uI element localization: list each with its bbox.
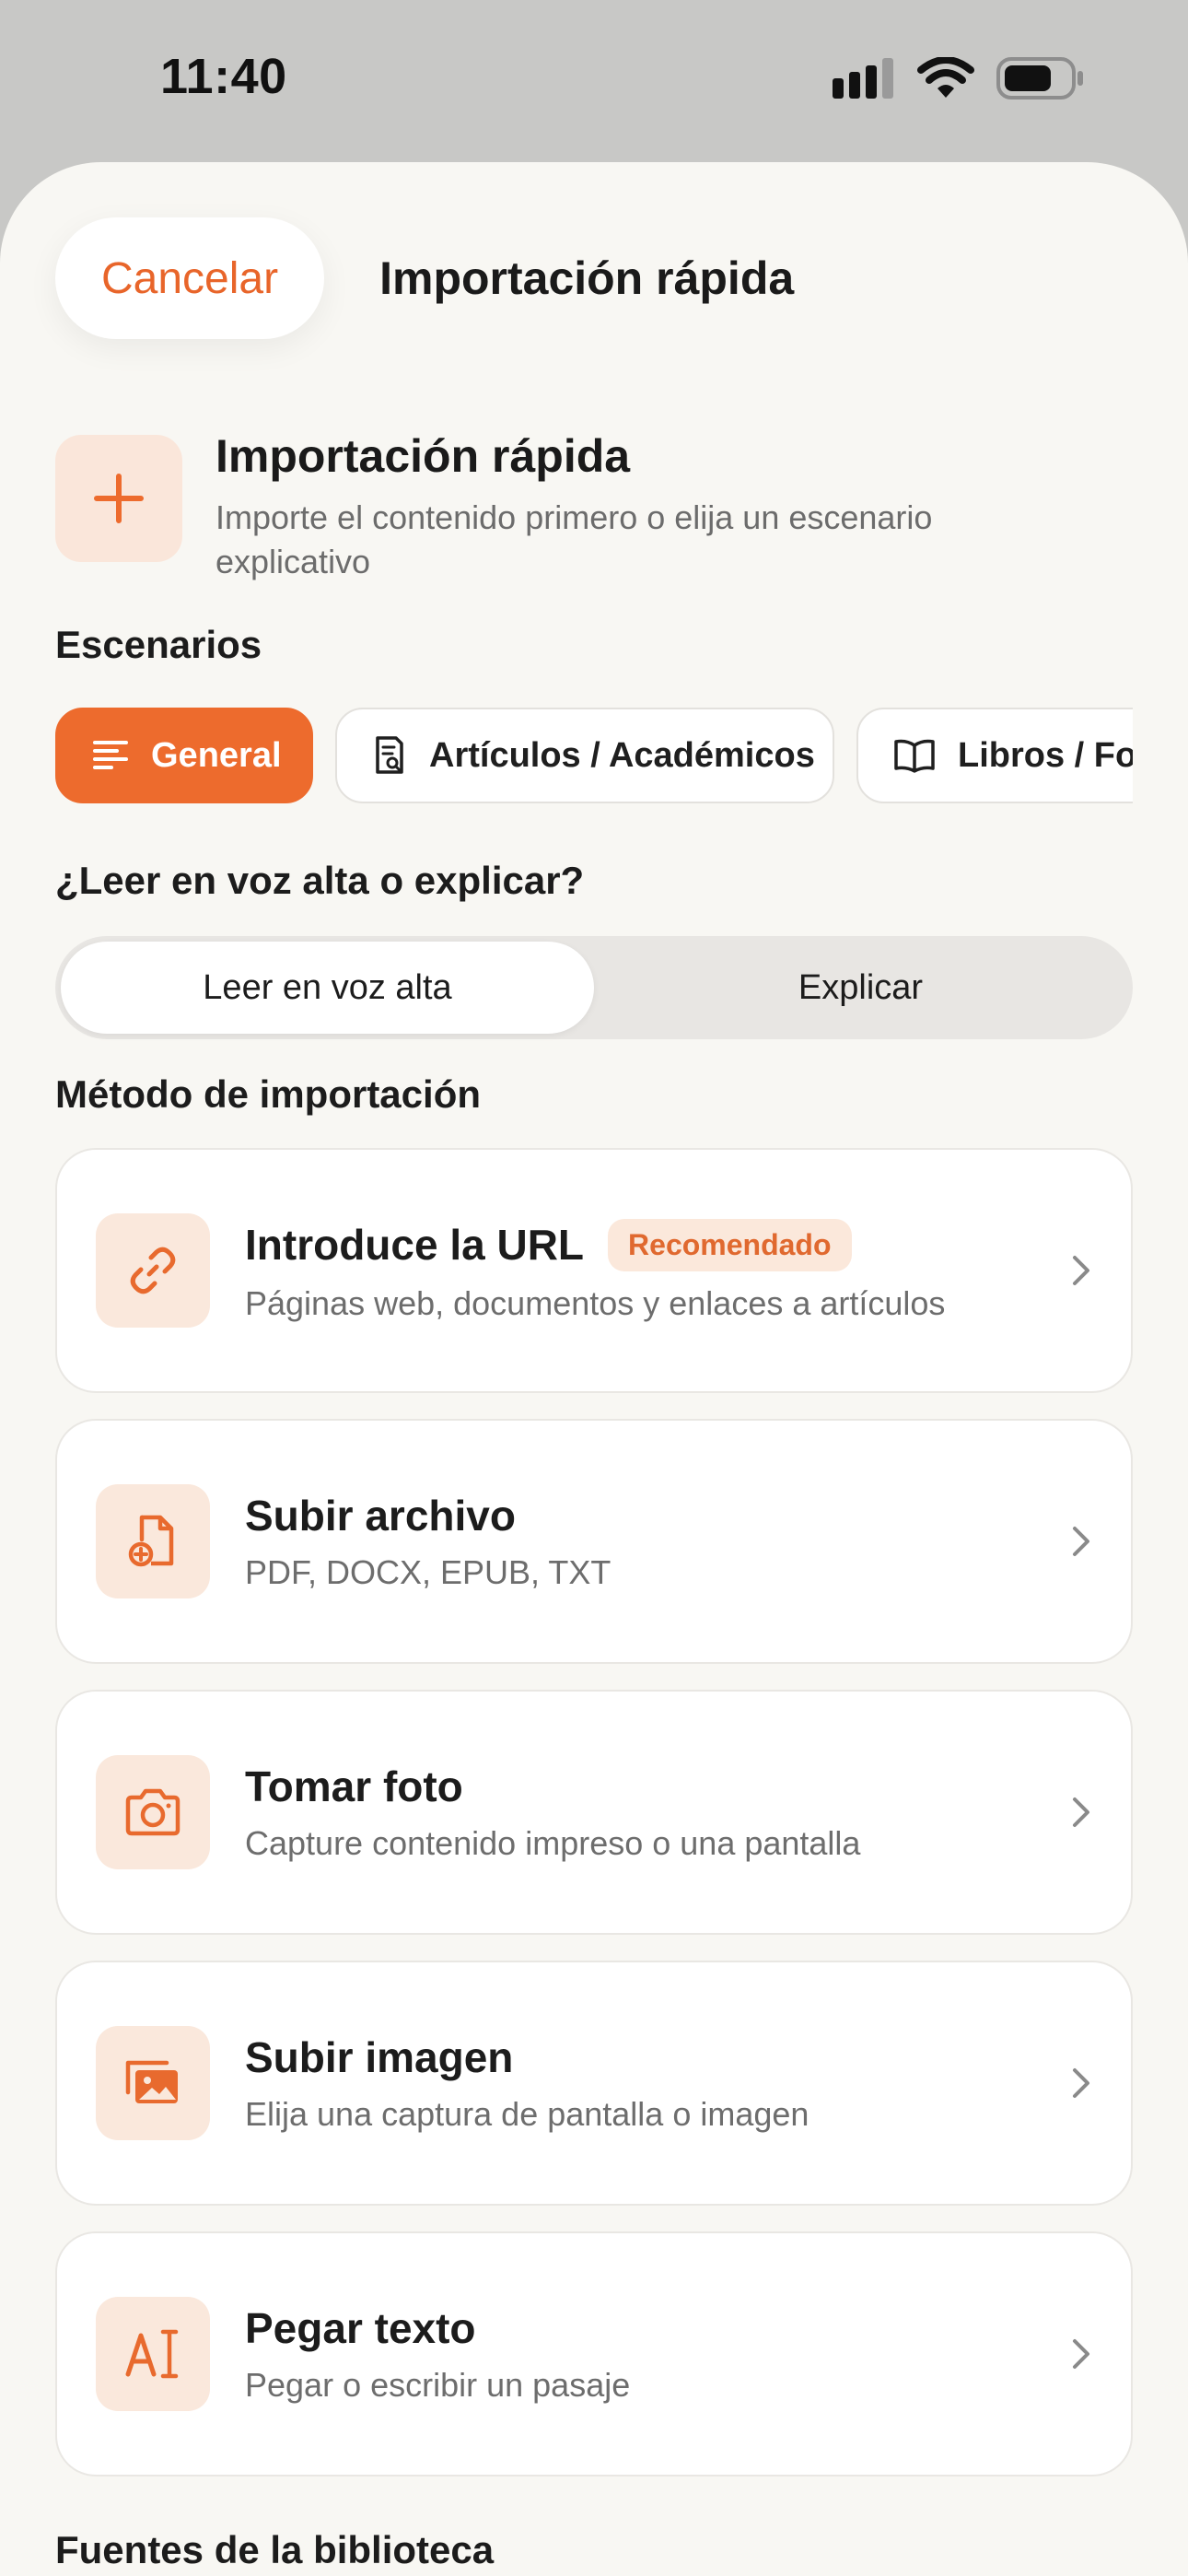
chip-general[interactable]: General bbox=[55, 708, 313, 803]
chevron-right-icon bbox=[1070, 2336, 1092, 2371]
chevron-right-icon bbox=[1070, 1795, 1092, 1830]
recommended-badge: Recomendado bbox=[608, 1218, 852, 1271]
method-title: Introduce la URL bbox=[245, 1221, 585, 1269]
method-title: Subir imagen bbox=[245, 2033, 514, 2081]
method-title: Subir archivo bbox=[245, 1492, 516, 1540]
cancel-button[interactable]: Cancelar bbox=[55, 217, 325, 339]
status-bar: 11:40 bbox=[0, 0, 1188, 162]
method-upload-image[interactable]: Subir imagen Elija una captura de pantal… bbox=[55, 1961, 1133, 2206]
nav-title: Importación rápida bbox=[379, 252, 795, 304]
segment-read-aloud[interactable]: Leer en voz alta bbox=[61, 942, 594, 1034]
text-cursor-icon bbox=[96, 2297, 210, 2411]
hero: Importación rápida Importe el contenido … bbox=[55, 430, 1072, 584]
chevron-right-icon bbox=[1070, 2066, 1092, 2101]
wifi-icon bbox=[917, 57, 974, 98]
chip-articles[interactable]: Artículos / Académicos bbox=[335, 708, 834, 803]
mode-label: ¿Leer en voz alta o explicar? bbox=[55, 859, 585, 902]
segment-explain[interactable]: Explicar bbox=[594, 942, 1127, 1034]
camera-icon bbox=[96, 1755, 210, 1869]
nav-bar: Cancelar Importación rápida bbox=[55, 217, 794, 339]
import-method-label: Método de importación bbox=[55, 1072, 481, 1116]
scenarios-label: Escenarios bbox=[55, 623, 262, 666]
battery-icon bbox=[996, 57, 1083, 100]
chip-label: Libros / Formación bbox=[958, 735, 1133, 775]
hero-title: Importación rápida bbox=[215, 430, 631, 482]
method-subtitle: Elija una captura de pantalla o imagen bbox=[245, 2095, 809, 2133]
chevron-right-icon bbox=[1070, 1253, 1092, 1288]
method-title: Tomar foto bbox=[245, 1762, 463, 1810]
book-icon bbox=[893, 738, 936, 773]
method-take-photo[interactable]: Tomar foto Capture contenido impreso o u… bbox=[55, 1690, 1133, 1935]
scenario-chips: General Artículos / Académicos Libros / … bbox=[55, 708, 1133, 809]
method-subtitle: PDF, DOCX, EPUB, TXT bbox=[245, 1553, 611, 1591]
file-add-icon bbox=[96, 1484, 210, 1598]
method-title: Pegar texto bbox=[245, 2304, 476, 2352]
method-upload-file[interactable]: Subir archivo PDF, DOCX, EPUB, TXT bbox=[55, 1419, 1133, 1664]
link-icon bbox=[96, 1213, 210, 1328]
lines-icon bbox=[92, 739, 129, 772]
chip-books[interactable]: Libros / Formación bbox=[856, 708, 1133, 803]
import-method-list: Introduce la URL Recomendado Páginas web… bbox=[55, 1148, 1133, 2502]
method-url[interactable]: Introduce la URL Recomendado Páginas web… bbox=[55, 1148, 1133, 1393]
mode-segmented-control: Leer en voz alta Explicar bbox=[55, 936, 1133, 1039]
method-subtitle: Páginas web, documentos y enlaces a artí… bbox=[245, 1283, 946, 1322]
plus-icon bbox=[55, 435, 182, 562]
method-subtitle: Pegar o escribir un pasaje bbox=[245, 2366, 631, 2404]
chevron-right-icon bbox=[1070, 1524, 1092, 1559]
import-sheet: Cancelar Importación rápida Importación … bbox=[0, 162, 1188, 2576]
status-time: 11:40 bbox=[160, 49, 287, 104]
chip-label: General bbox=[151, 735, 282, 775]
library-sources-label: Fuentes de la biblioteca bbox=[55, 2528, 495, 2571]
hero-subtitle: Importe el contenido primero o elija un … bbox=[215, 498, 933, 580]
document-search-icon bbox=[372, 735, 407, 776]
method-paste-text[interactable]: Pegar texto Pegar o escribir un pasaje bbox=[55, 2231, 1133, 2476]
status-icons bbox=[833, 57, 1085, 100]
images-icon bbox=[96, 2026, 210, 2140]
method-subtitle: Capture contenido impreso o una pantalla bbox=[245, 1824, 861, 1862]
cellular-signal-icon bbox=[833, 58, 893, 99]
chip-label: Artículos / Académicos bbox=[429, 735, 815, 775]
